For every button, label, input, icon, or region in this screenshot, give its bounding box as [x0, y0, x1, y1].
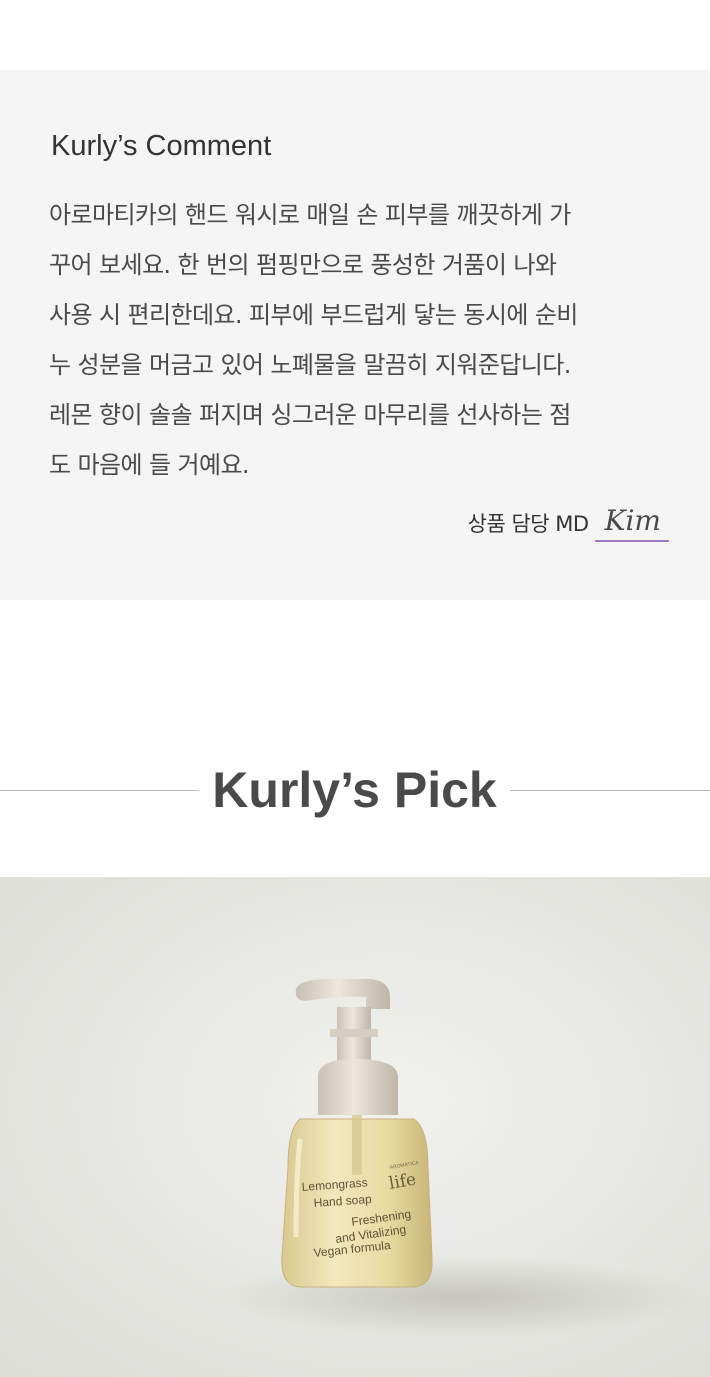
comment-body: 아로마티카의 핸드 워시로 매일 손 피부를 깨끗하게 가 꾸어 보세요. 한 … [49, 190, 677, 490]
divider-line-right [510, 790, 710, 791]
comment-line: 도 마음에 들 거예요. [49, 451, 250, 479]
kurly-pick-heading: Kurly’s Pick [0, 750, 710, 830]
comment-line: 사용 시 편리한데요. 피부에 부드럽게 닿는 동시에 순비 [49, 301, 578, 329]
comment-line: 누 성분을 머금고 있어 노폐물을 말끔히 지워준답니다. [49, 351, 571, 379]
comment-line: 레몬 향이 솔솔 퍼지며 싱그러운 마무리를 선사하는 점 [49, 401, 571, 429]
md-credit: 상품 담당 MD Kim [468, 502, 669, 542]
comment-line: 아로마티카의 핸드 워시로 매일 손 피부를 깨끗하게 가 [49, 201, 571, 229]
md-label: 상품 담당 MD [467, 512, 589, 536]
pick-title: Kurly’s Pick [212, 762, 497, 818]
comment-title: Kurly’s Comment [51, 130, 272, 162]
product-photo: AROMATICA life Lemongrass Hand soap Fres… [0, 877, 710, 1377]
divider-line-left [0, 790, 199, 791]
comment-line: 꾸어 보세요. 한 번의 펌핑만으로 풍성한 거품이 나와 [49, 251, 557, 279]
md-signature: Kim [594, 504, 669, 542]
